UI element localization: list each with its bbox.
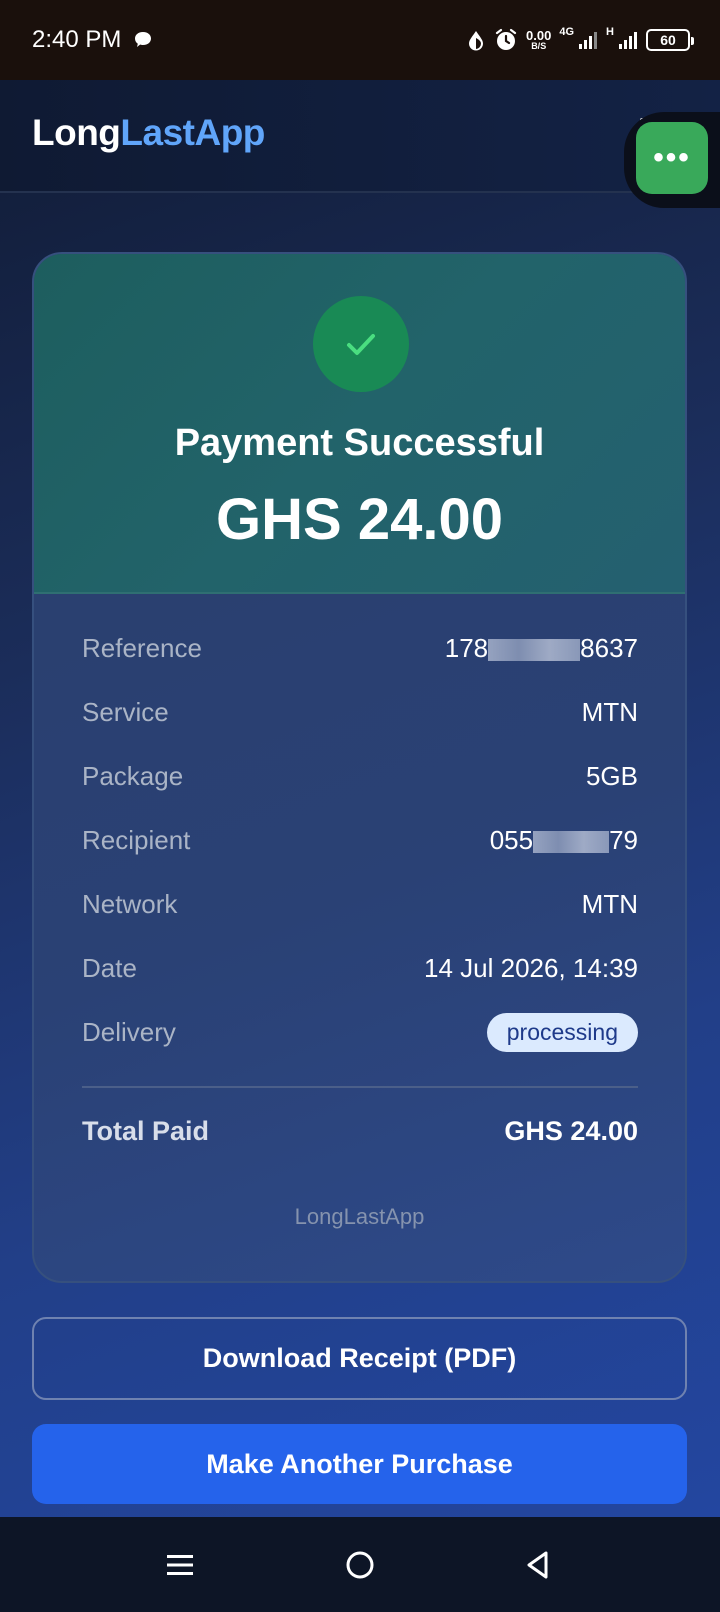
- status-bar: 2:40 PM 0.00 B/S 4G H 60: [0, 0, 720, 80]
- logo-part-2: LastApp: [120, 112, 265, 153]
- detail-value: MTN: [581, 696, 638, 727]
- redacted-block: [488, 638, 581, 661]
- battery-icon: 60: [646, 29, 694, 51]
- detail-label: Service: [82, 696, 169, 727]
- net-speed-unit: B/S: [531, 41, 547, 51]
- home-button[interactable]: [340, 1545, 380, 1585]
- data-saver-icon: [469, 31, 484, 51]
- total-value: GHS 24.00: [504, 1115, 638, 1146]
- receipt-header: Payment Successful GHS 24.00: [34, 254, 685, 594]
- sim1-network-label: 4G: [559, 26, 575, 38]
- recipient-value-end: 79: [609, 824, 638, 855]
- success-check-icon: [313, 296, 409, 392]
- detail-value: 5GB: [585, 760, 638, 791]
- back-button[interactable]: [518, 1545, 558, 1585]
- battery-level: 60: [660, 32, 676, 48]
- reference-value: 178 8637: [445, 633, 638, 664]
- detail-label: Date: [82, 952, 137, 983]
- menu-lines-icon: [167, 1555, 193, 1575]
- detail-row-date: Date 14 Jul 2026, 14:39: [82, 936, 638, 1000]
- divider: [82, 1086, 638, 1088]
- reference-value-start: 178: [444, 632, 489, 663]
- detail-row-service: Service MTN: [82, 680, 638, 744]
- floating-more-button[interactable]: •••: [636, 122, 708, 194]
- redacted-block: [533, 830, 610, 853]
- home-circle-icon: [346, 1551, 374, 1579]
- app-logo[interactable]: LongLastApp: [32, 112, 265, 154]
- payment-amount: GHS 24.00: [216, 487, 503, 552]
- detail-label: Package: [82, 760, 184, 791]
- signal-icon: [619, 32, 637, 49]
- detail-value: MTN: [581, 888, 638, 919]
- recent-apps-button[interactable]: [160, 1545, 200, 1585]
- signal-icon: [579, 32, 598, 49]
- system-nav-bar: [0, 1517, 720, 1612]
- detail-row-delivery: Delivery processing: [82, 1000, 638, 1064]
- detail-label: Network: [82, 888, 178, 919]
- total-label: Total Paid: [82, 1115, 210, 1146]
- screen: 2:40 PM 0.00 B/S 4G H 60 LongLastApp •••…: [0, 0, 720, 1612]
- status-icons: 0.00 B/S 4G H 60: [466, 26, 694, 54]
- sim2-network-label: H: [606, 26, 614, 38]
- logo-part-1: Long: [32, 112, 121, 153]
- detail-row-package: Package 5GB: [82, 744, 638, 808]
- status-time: 2:40 PM: [32, 26, 122, 53]
- payment-status-title: Payment Successful: [174, 422, 545, 464]
- alarm-icon: [495, 28, 517, 50]
- back-triangle-icon: [527, 1551, 548, 1579]
- recipient-value-start: 055: [489, 824, 534, 855]
- net-speed-indicator: 0.00 B/S: [526, 29, 551, 51]
- receipt-footer-brand: LongLastApp: [294, 1204, 425, 1229]
- delivery-status-badge: processing: [486, 1012, 638, 1052]
- detail-row-recipient: Recipient 055 79: [82, 808, 638, 872]
- make-another-purchase-button[interactable]: Make Another Purchase: [32, 1424, 687, 1504]
- more-icon: •••: [653, 141, 691, 174]
- receipt-details: Reference 178 8637 Service MTN Package 5G…: [82, 616, 638, 1160]
- receipt-card: Payment Successful GHS 24.00 Reference 1…: [32, 252, 687, 1283]
- recipient-value: 055 79: [490, 825, 638, 856]
- download-receipt-button[interactable]: Download Receipt (PDF): [32, 1317, 687, 1400]
- reference-value-end: 8637: [580, 632, 638, 663]
- detail-row-network: Network MTN: [82, 872, 638, 936]
- chat-bubble-icon: [135, 32, 151, 47]
- detail-label: Delivery: [82, 1016, 176, 1047]
- detail-label: Reference: [82, 632, 202, 663]
- total-row: Total Paid GHS 24.00: [82, 1102, 638, 1160]
- detail-row-reference: Reference 178 8637: [82, 616, 638, 680]
- detail-label: Recipient: [82, 824, 191, 855]
- detail-value: 14 Jul 2026, 14:39: [424, 952, 638, 983]
